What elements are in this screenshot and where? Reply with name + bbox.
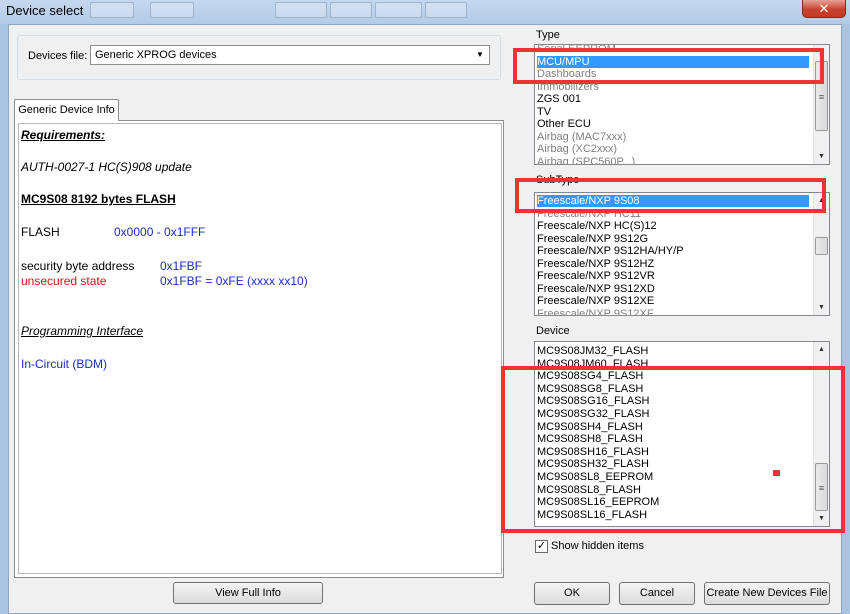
background-ghost-button: [375, 2, 422, 18]
flash-label: FLASH: [21, 225, 60, 239]
security-byte-label: security byte address: [21, 259, 135, 273]
requirements-heading: Requirements:: [21, 128, 106, 142]
red-marker: [773, 470, 780, 476]
type-list-item[interactable]: Airbag (MAC7xxx): [537, 131, 626, 143]
view-full-info-button[interactable]: View Full Info: [173, 582, 323, 604]
flash-range: 0x0000 - 0x1FFF: [114, 225, 206, 239]
show-hidden-label[interactable]: Show hidden items: [551, 540, 644, 552]
type-list-item[interactable]: Airbag (SPC560P...): [537, 156, 635, 165]
subtype-list-item[interactable]: Freescale/NXP 9S12XE: [537, 295, 654, 307]
unsecured-state-value: 0x1FBF = 0xFE (xxxx xx10): [160, 274, 308, 288]
scroll-down-icon[interactable]: ▼: [814, 300, 829, 315]
subtype-list-item[interactable]: Freescale/NXP HC(S)12: [537, 220, 657, 232]
checkmark-icon: ✓: [536, 540, 547, 552]
title-bar: Device select ✕: [0, 0, 850, 24]
type-list-item[interactable]: Airbag (XC2xxx): [537, 143, 617, 155]
devices-file-select[interactable]: Generic XPROG devices ▼: [90, 45, 490, 65]
unsecured-state-label: unsecured state: [21, 274, 107, 288]
close-button[interactable]: ✕: [802, 0, 846, 18]
requirement-line: AUTH-0027-1 HC(S)908 update: [21, 160, 192, 174]
device-list-item[interactable]: MC9S08JM32_FLASH: [537, 345, 648, 357]
background-ghost-button: [150, 2, 194, 18]
type-label: Type: [536, 29, 560, 41]
subtype-list-item[interactable]: Freescale/NXP 9S12VR: [537, 270, 655, 282]
devices-file-label: Devices file:: [28, 50, 88, 62]
scroll-thumb[interactable]: [815, 237, 828, 255]
highlight-box-type: [513, 48, 824, 84]
background-ghost-button: [425, 2, 467, 18]
programming-interface-value: In-Circuit (BDM): [21, 357, 107, 371]
window-title: Device select: [6, 3, 84, 18]
close-icon: ✕: [818, 1, 830, 16]
chevron-down-icon[interactable]: ▼: [473, 46, 487, 64]
device-label: Device: [536, 325, 570, 337]
background-ghost-button: [90, 2, 134, 18]
background-ghost-button: [330, 2, 372, 18]
create-new-devices-file-button[interactable]: Create New Devices File: [704, 582, 830, 605]
highlight-box-device: [501, 366, 845, 533]
type-list-item[interactable]: Other ECU: [537, 118, 591, 130]
type-list-item[interactable]: ZGS 001: [537, 93, 581, 105]
scroll-down-icon[interactable]: ▼: [814, 149, 829, 164]
subtype-list-item[interactable]: Freescale/NXP 9S12XD: [537, 283, 655, 295]
grip-icon: ≡: [818, 92, 825, 102]
device-info-panel: Requirements: AUTH-0027-1 HC(S)908 updat…: [18, 123, 502, 574]
ok-button[interactable]: OK: [534, 582, 610, 605]
background-ghost-button: [275, 2, 327, 18]
subtype-list-item[interactable]: Freescale/NXP 9S12HA/HY/P: [537, 245, 684, 257]
tab-generic-device-info[interactable]: Generic Device Info: [14, 99, 119, 121]
flash-heading: MC9S08 8192 bytes FLASH: [21, 192, 176, 206]
subtype-list-item[interactable]: Freescale/NXP 9S12XF: [537, 308, 654, 316]
scroll-up-icon[interactable]: ▲: [814, 342, 829, 357]
show-hidden-checkbox[interactable]: ✓: [535, 540, 548, 553]
subtype-list-item[interactable]: Freescale/NXP 9S12HZ: [537, 258, 654, 270]
subtype-list-item[interactable]: Freescale/NXP 9S12G: [537, 233, 648, 245]
devices-file-value: Generic XPROG devices: [95, 49, 217, 61]
cancel-button[interactable]: Cancel: [619, 582, 695, 605]
highlight-box-subtype: [515, 178, 826, 213]
type-list-item[interactable]: TV: [537, 106, 551, 118]
security-byte-value: 0x1FBF: [160, 259, 203, 273]
programming-interface-heading: Programming Interface: [21, 324, 144, 338]
